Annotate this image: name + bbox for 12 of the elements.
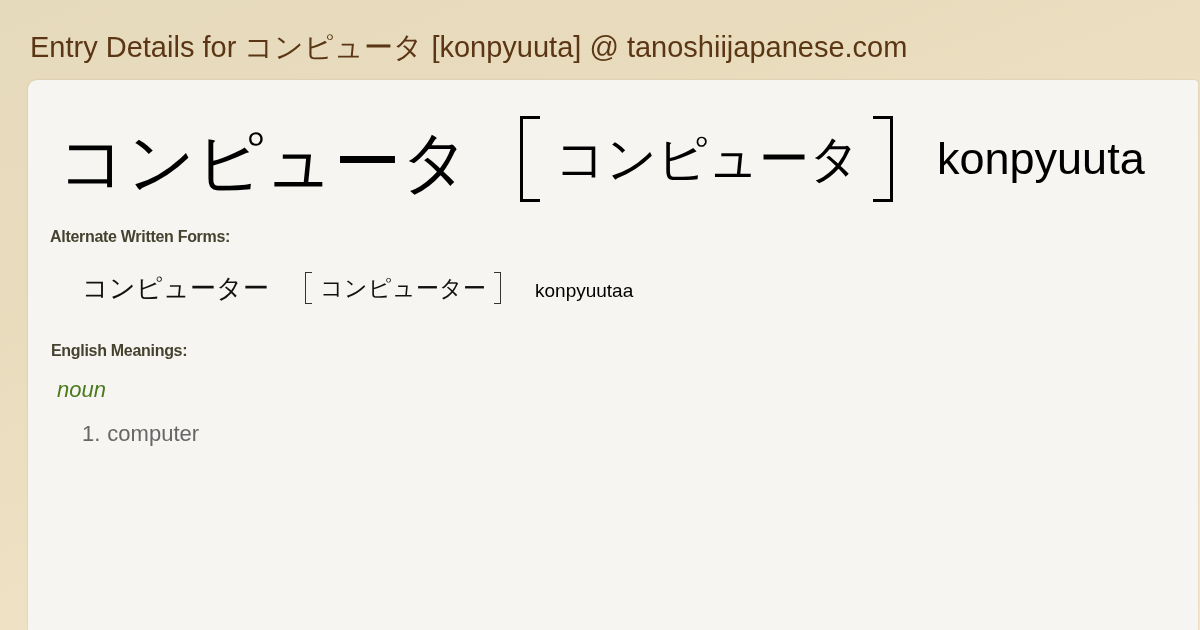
bracketed-reading: コンピュータ [520, 116, 893, 202]
section-heading: Alternate Written Forms: [49, 227, 232, 247]
romaji-reading: konpyuutaa [535, 279, 634, 303]
page-title: Entry Details for コンピュータ [konpyuuta] @ tanoshiijapanese.com [30, 30, 908, 65]
section-heading: English Meanings: [50, 341, 189, 361]
alternate-form: コンピューター [82, 272, 269, 304]
headword: コンピュータ [58, 122, 470, 202]
part-of-speech: noun [56, 377, 107, 403]
romaji-reading: konpyuuta [937, 133, 1145, 185]
meaning-text: computer [107, 421, 200, 447]
bracketed-reading: コンピューター [305, 272, 501, 304]
sense-number: 1. [82, 421, 101, 447]
